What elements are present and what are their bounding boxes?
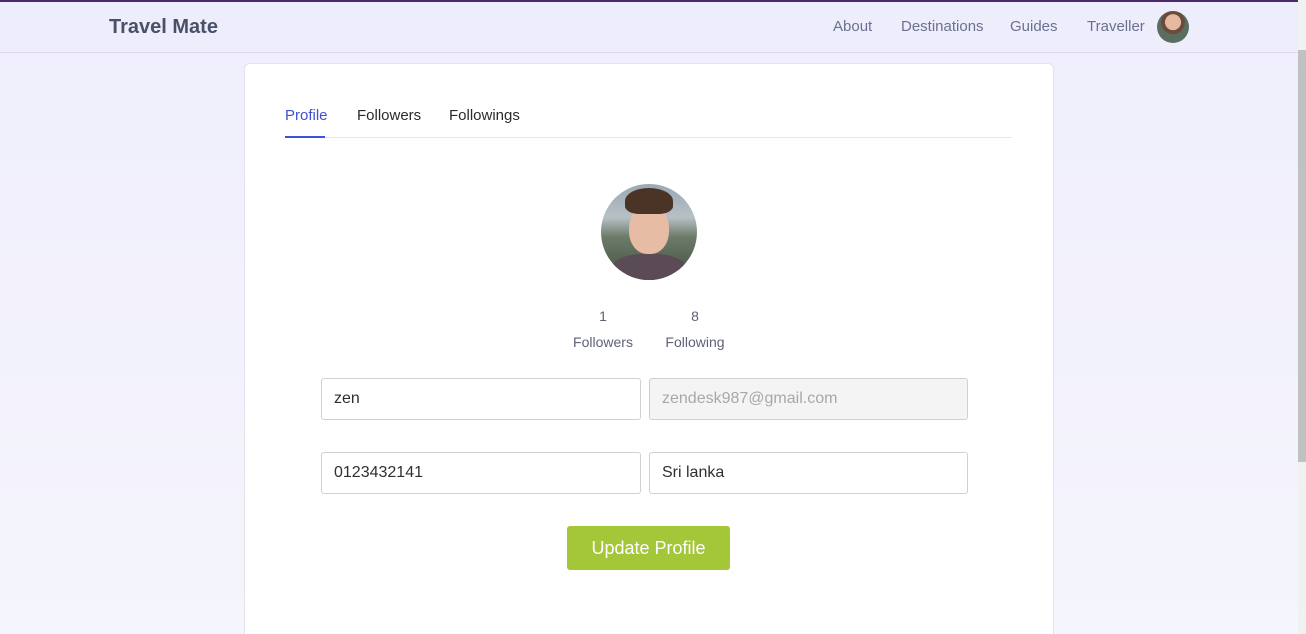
following-stat[interactable]: 8 Following (661, 308, 729, 350)
nav-link-about[interactable]: About (833, 18, 872, 35)
user-avatar[interactable] (1157, 11, 1189, 43)
nav-link-traveller[interactable]: Traveller (1087, 18, 1145, 35)
nav-link-guides[interactable]: Guides (1010, 18, 1058, 35)
followers-count: 1 (599, 308, 607, 324)
tab-profile[interactable]: Profile (285, 107, 328, 124)
followers-stat[interactable]: 1 Followers (569, 308, 637, 350)
following-label: Following (665, 334, 725, 350)
email-field (649, 378, 968, 420)
following-count: 8 (691, 308, 699, 324)
profile-photo (601, 184, 697, 280)
scrollbar-thumb[interactable] (1298, 50, 1306, 462)
profile-tabs: Profile Followers Followings (285, 100, 1012, 138)
phone-field[interactable] (321, 452, 641, 494)
profile-card: Profile Followers Followings 1 Followers… (244, 63, 1054, 634)
navbar: Travel Mate About Destinations Guides Tr… (0, 2, 1298, 53)
name-field[interactable] (321, 378, 641, 420)
nav-link-destinations[interactable]: Destinations (901, 18, 984, 35)
tab-followers[interactable]: Followers (357, 107, 421, 124)
followers-label: Followers (573, 334, 633, 350)
country-field[interactable] (649, 452, 968, 494)
active-tab-indicator (285, 136, 325, 138)
update-profile-button[interactable]: Update Profile (567, 526, 730, 570)
nav-links: About Destinations Guides Traveller (0, 18, 1298, 38)
scrollbar[interactable] (1298, 0, 1306, 634)
tab-followings[interactable]: Followings (449, 107, 520, 124)
